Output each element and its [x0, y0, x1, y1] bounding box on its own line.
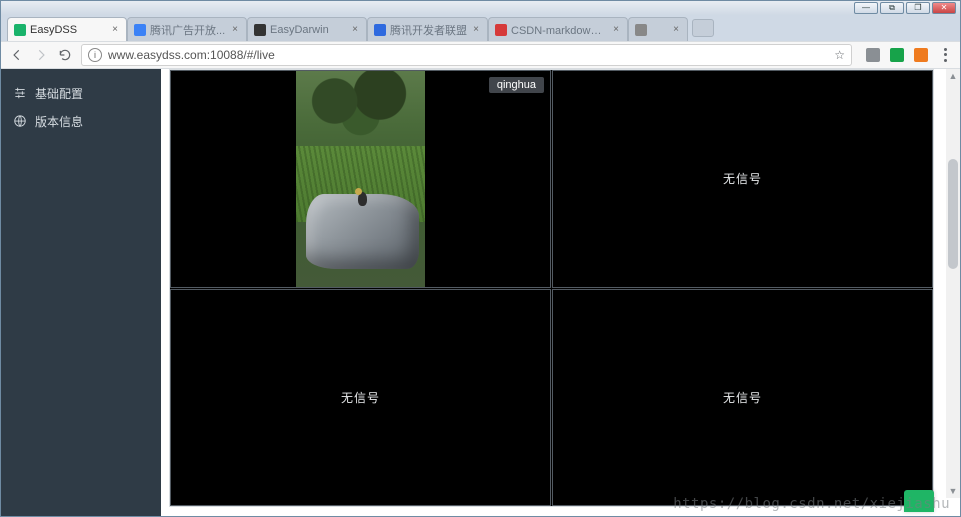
- toolbar-extensions: [860, 47, 952, 63]
- tab-close-icon[interactable]: ×: [110, 25, 120, 35]
- tab-title: EasyDSS: [30, 24, 106, 36]
- back-button[interactable]: [9, 47, 25, 63]
- sliders-icon: [13, 86, 27, 100]
- browser-menu-button[interactable]: [938, 47, 952, 63]
- stream-name-badge: qinghua: [489, 77, 544, 93]
- extension-shield-icon[interactable]: [890, 48, 904, 62]
- scroll-thumb[interactable]: [948, 159, 958, 269]
- floating-action-button[interactable]: [904, 490, 934, 512]
- sidebar-item-basic-config[interactable]: 基础配置: [1, 79, 161, 107]
- tab-title: CSDN-markdown编辑...: [511, 22, 607, 38]
- arrow-right-icon: [34, 48, 48, 62]
- extension-icon[interactable]: [914, 48, 928, 62]
- favicon-icon: [254, 24, 266, 36]
- browser-tab-active[interactable]: EasyDSS ×: [7, 17, 127, 41]
- restore-button[interactable]: ❐: [906, 2, 930, 14]
- sidebar-item-label: 基础配置: [35, 85, 83, 102]
- tab-title: EasyDarwin: [270, 24, 346, 36]
- sidebar: 基础配置 版本信息: [1, 69, 161, 516]
- browser-tab[interactable]: 腾讯开发者联盟 ×: [367, 17, 488, 41]
- content-area: qinghua 无信号 无信号 无信号 ▲ ▼: [161, 69, 960, 516]
- favicon-icon: [374, 24, 386, 36]
- tab-title: 腾讯开发者联盟: [390, 22, 467, 38]
- browser-tab[interactable]: ×: [628, 17, 688, 41]
- no-signal-text: 无信号: [723, 170, 762, 187]
- tab-close-icon[interactable]: ×: [230, 25, 240, 35]
- browser-tab[interactable]: CSDN-markdown编辑... ×: [488, 17, 628, 41]
- arrow-left-icon: [10, 48, 24, 62]
- favicon-icon: [14, 24, 26, 36]
- globe-icon: [13, 114, 27, 128]
- window-close-button[interactable]: ✕: [932, 2, 956, 14]
- tab-title: 腾讯广告开放...: [150, 22, 226, 38]
- video-cell-3[interactable]: 无信号: [170, 289, 551, 507]
- video-grid-wrap: qinghua 无信号 无信号 无信号: [169, 69, 934, 516]
- reload-icon: [58, 48, 72, 62]
- favicon-icon: [134, 24, 146, 36]
- sidebar-item-label: 版本信息: [35, 113, 83, 130]
- tab-close-icon[interactable]: ×: [350, 25, 360, 35]
- favicon-icon: [635, 24, 647, 36]
- maximize-button[interactable]: ⧉: [880, 2, 904, 14]
- browser-toolbar: i www.easydss.com:10088/#/live ☆: [1, 41, 960, 69]
- bookmark-star-icon[interactable]: ☆: [834, 48, 845, 62]
- app: 基础配置 版本信息: [1, 69, 960, 516]
- favicon-icon: [495, 24, 507, 36]
- no-signal-text: 无信号: [723, 389, 762, 406]
- extension-icon[interactable]: [866, 48, 880, 62]
- video-cell-4[interactable]: 无信号: [552, 289, 933, 507]
- tab-close-icon[interactable]: ×: [471, 25, 481, 35]
- titlebar: — ⧉ ❐ ✕: [1, 1, 960, 15]
- browser-tab[interactable]: EasyDarwin ×: [247, 17, 367, 41]
- video-cell-1[interactable]: qinghua: [170, 70, 551, 288]
- tab-close-icon[interactable]: ×: [671, 25, 681, 35]
- video-thumbnail: [296, 71, 425, 287]
- video-cell-2[interactable]: 无信号: [552, 70, 933, 288]
- video-grid: qinghua 无信号 无信号 无信号: [169, 69, 934, 507]
- sidebar-item-version-info[interactable]: 版本信息: [1, 107, 161, 135]
- tab-close-icon[interactable]: ×: [611, 25, 621, 35]
- site-info-icon[interactable]: i: [88, 48, 102, 62]
- browser-window: — ⧉ ❐ ✕ EasyDSS × 腾讯广告开放... × EasyDarwin…: [0, 0, 961, 517]
- new-tab-button[interactable]: [692, 19, 714, 37]
- no-signal-text: 无信号: [341, 389, 380, 406]
- vertical-scrollbar[interactable]: ▲ ▼: [946, 69, 960, 498]
- scroll-up-icon[interactable]: ▲: [946, 69, 960, 83]
- address-bar[interactable]: i www.easydss.com:10088/#/live ☆: [81, 44, 852, 66]
- tabstrip: EasyDSS × 腾讯广告开放... × EasyDarwin × 腾讯开发者…: [1, 15, 960, 41]
- scroll-down-icon[interactable]: ▼: [946, 484, 960, 498]
- reload-button[interactable]: [57, 47, 73, 63]
- url-text: www.easydss.com:10088/#/live: [108, 48, 275, 62]
- browser-tab[interactable]: 腾讯广告开放... ×: [127, 17, 247, 41]
- minimize-button[interactable]: —: [854, 2, 878, 14]
- forward-button[interactable]: [33, 47, 49, 63]
